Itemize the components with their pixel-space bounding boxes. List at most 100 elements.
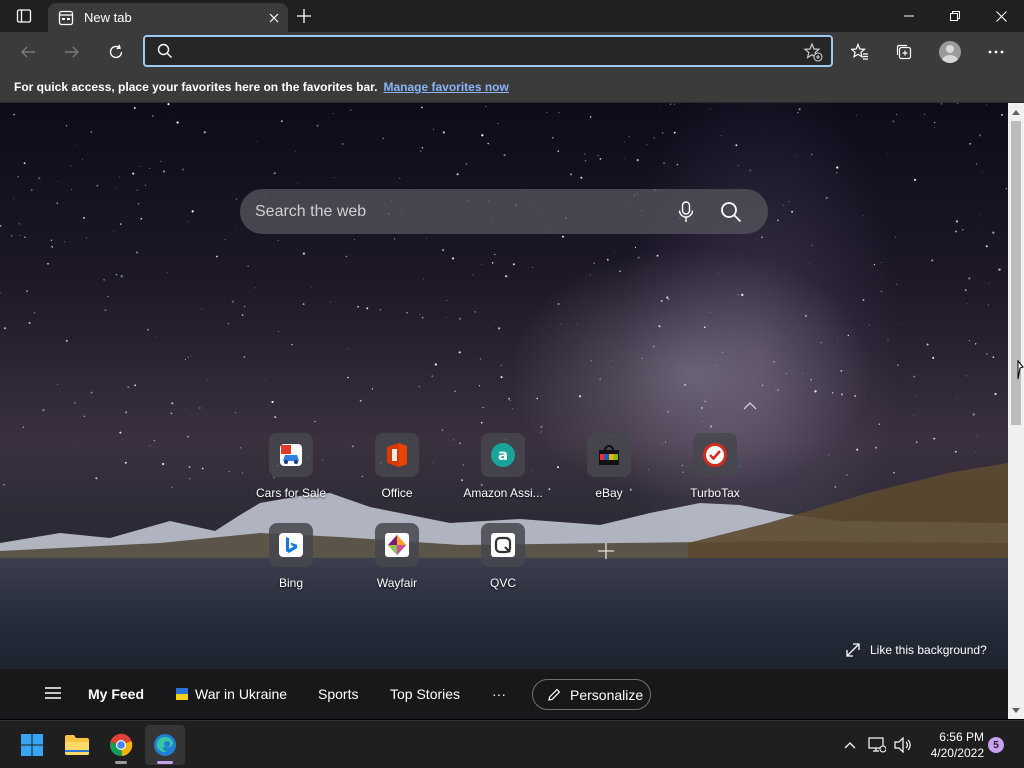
add-site-button[interactable]: [598, 543, 614, 564]
collections-button[interactable]: [888, 36, 920, 68]
ebay-icon: [587, 433, 631, 477]
chevron-up-icon[interactable]: [743, 397, 757, 415]
feed-tab-top-stories[interactable]: Top Stories: [390, 686, 460, 702]
close-tab-button[interactable]: [260, 6, 288, 30]
feed-tab-my-feed[interactable]: My Feed: [88, 686, 144, 702]
settings-menu-button[interactable]: [980, 36, 1012, 68]
restore-icon: [950, 11, 960, 21]
tile-label: TurboTax: [690, 486, 740, 500]
address-input[interactable]: [181, 42, 781, 62]
new-tab-button[interactable]: [290, 3, 318, 29]
show-hidden-icons-button[interactable]: [840, 721, 860, 768]
tab-actions-menu-button[interactable]: [8, 4, 40, 28]
close-window-button[interactable]: [978, 0, 1024, 32]
scroll-down-button[interactable]: [1008, 703, 1024, 717]
profile-button[interactable]: [934, 36, 966, 68]
pencil-icon: [548, 688, 561, 701]
expand-icon: [846, 643, 860, 657]
chrome-button[interactable]: [101, 725, 141, 765]
microphone-icon[interactable]: [678, 201, 694, 228]
tab-new-tab[interactable]: New tab: [48, 3, 288, 32]
hamburger-menu-icon[interactable]: [44, 686, 62, 705]
minimize-button[interactable]: [886, 0, 932, 32]
chrome-icon: [110, 733, 133, 757]
chevron-up-icon: [844, 741, 856, 748]
back-button[interactable]: [12, 36, 44, 68]
tile-label: Amazon Assi...: [463, 486, 543, 500]
search-icon[interactable]: [720, 201, 742, 228]
clock[interactable]: 6:56 PM 4/20/2022: [918, 729, 984, 761]
active-indicator: [157, 761, 173, 764]
amazon-assistant-icon: a: [481, 433, 525, 477]
tile-label: Wayfair: [376, 576, 418, 590]
triangle-down-icon: [1012, 707, 1020, 713]
refresh-button[interactable]: [100, 36, 132, 68]
feed-more-button[interactable]: ···: [492, 686, 506, 702]
bing-icon: [269, 523, 313, 567]
start-button[interactable]: [12, 725, 52, 765]
clock-time: 6:56 PM: [939, 730, 984, 744]
triangle-up-icon: [1012, 109, 1020, 115]
quick-link-tile[interactable]: Office: [344, 433, 450, 513]
feed-bar: My Feed War in Ukraine Sports Top Storie…: [0, 669, 1008, 719]
mouse-cursor-icon: [1017, 360, 1024, 380]
manage-favorites-link[interactable]: Manage favorites now: [383, 80, 508, 94]
like-background-button[interactable]: Like this background?: [846, 643, 987, 657]
clock-date: 4/20/2022: [930, 746, 984, 760]
add-favorite-icon[interactable]: [803, 42, 823, 67]
tab-actions-icon: [16, 9, 32, 23]
tile-label: eBay: [595, 486, 623, 500]
office-icon: [375, 433, 419, 477]
quick-link-tile[interactable]: Wayfair: [344, 523, 450, 603]
taskbar: 6:56 PM 4/20/2022 5: [0, 720, 1024, 768]
quick-link-tile[interactable]: Bing: [238, 523, 344, 603]
new-tab-icon: [58, 10, 74, 26]
quick-link-tile[interactable]: eBay: [556, 433, 662, 513]
web-search-box[interactable]: [240, 189, 768, 234]
quick-link-tile[interactable]: a Amazon Assi...: [450, 433, 556, 513]
volume-button[interactable]: [892, 721, 914, 768]
close-icon: [995, 10, 1007, 22]
feed-tab-sports[interactable]: Sports: [318, 686, 358, 702]
feed-tab-label: War in Ukraine: [195, 686, 288, 702]
title-bar: New tab: [0, 0, 1024, 32]
cars-for-sale-icon: [269, 433, 313, 477]
personalize-button[interactable]: Personalize: [532, 679, 651, 710]
scroll-up-button[interactable]: [1008, 105, 1024, 119]
minimize-icon: [904, 15, 914, 17]
ukraine-flag-icon: [176, 688, 188, 700]
tile-label: Bing: [278, 576, 304, 590]
plus-icon: [598, 543, 614, 559]
wayfair-icon: [375, 523, 419, 567]
windows-icon: [21, 734, 43, 756]
address-bar[interactable]: [143, 35, 833, 67]
tile-label: QVC: [489, 576, 516, 590]
notification-badge[interactable]: 5: [988, 737, 1004, 753]
file-explorer-button[interactable]: [57, 725, 97, 765]
search-icon: [157, 43, 173, 64]
restore-button[interactable]: [932, 0, 978, 32]
running-indicator: [115, 761, 127, 764]
vertical-scrollbar[interactable]: [1008, 103, 1024, 719]
close-icon: [269, 13, 279, 22]
network-button[interactable]: [866, 721, 888, 768]
speaker-icon: [894, 737, 911, 753]
network-icon: [868, 737, 886, 753]
avatar: [939, 41, 961, 63]
quick-link-tile[interactable]: TurboTax: [662, 433, 768, 513]
forward-button[interactable]: [56, 36, 88, 68]
web-search-input[interactable]: [255, 202, 655, 221]
quick-link-tile[interactable]: QVC: [450, 523, 556, 603]
tab-title: New tab: [84, 10, 132, 25]
edge-icon: [154, 734, 176, 756]
favorites-button[interactable]: [844, 36, 876, 68]
folder-icon: [65, 735, 89, 755]
like-background-label: Like this background?: [870, 643, 987, 657]
feed-tab-war-in-ukraine[interactable]: War in Ukraine: [176, 686, 287, 702]
browser-toolbar: [0, 32, 1024, 72]
edge-button[interactable]: [145, 725, 185, 765]
more-horizontal-icon: [988, 50, 1004, 54]
quick-link-tile[interactable]: Cars for Sale: [238, 433, 344, 513]
personalize-label: Personalize: [570, 686, 644, 703]
favorites-bar-message: For quick access, place your favorites h…: [14, 80, 378, 94]
